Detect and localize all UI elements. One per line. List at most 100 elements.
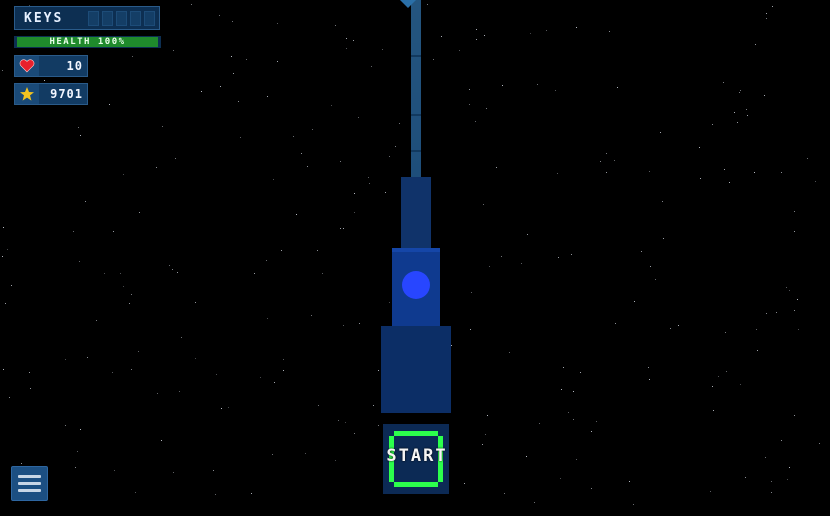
star-dot bbox=[521, 263, 522, 264]
star-dot bbox=[483, 204, 484, 205]
star-dot bbox=[346, 38, 347, 39]
star-dot bbox=[739, 92, 740, 93]
star-dot bbox=[509, 352, 510, 353]
star-dot bbox=[343, 325, 344, 326]
star-dot bbox=[272, 454, 273, 455]
star-dot bbox=[459, 50, 460, 51]
star-dot bbox=[433, 59, 434, 60]
star-dot bbox=[173, 472, 174, 473]
star-dot bbox=[734, 112, 735, 113]
star-dot bbox=[293, 136, 294, 137]
star-dot bbox=[555, 90, 556, 91]
star-dot bbox=[343, 228, 344, 229]
health-label: HEALTH 100% bbox=[49, 37, 126, 47]
star-dot bbox=[794, 310, 795, 311]
star-dot bbox=[96, 320, 97, 321]
star-dot bbox=[233, 73, 234, 74]
key-slot bbox=[116, 10, 127, 26]
star-dot bbox=[389, 156, 390, 157]
star-dot bbox=[181, 337, 182, 338]
star-dot bbox=[787, 479, 788, 480]
star-dot bbox=[634, 301, 635, 302]
start-label[interactable]: START bbox=[372, 446, 462, 466]
star-dot bbox=[11, 285, 12, 286]
star-dot bbox=[765, 457, 766, 458]
star-dot bbox=[648, 367, 649, 368]
star-dot bbox=[322, 273, 323, 274]
star-dot bbox=[44, 80, 45, 81]
star-dot bbox=[755, 44, 756, 45]
star-dot bbox=[591, 431, 592, 432]
star-dot bbox=[109, 104, 110, 105]
star-dot bbox=[649, 379, 650, 380]
star-dot bbox=[633, 504, 634, 505]
star-dot bbox=[464, 483, 465, 484]
star-dot bbox=[277, 61, 278, 62]
star-dot bbox=[378, 370, 379, 371]
ring-corner bbox=[438, 482, 444, 488]
star-dot bbox=[3, 369, 4, 370]
star-dot bbox=[629, 481, 630, 482]
star-dot bbox=[354, 193, 355, 194]
star-dot bbox=[725, 332, 726, 333]
star-dot bbox=[476, 29, 477, 30]
star-dot bbox=[312, 129, 313, 130]
star-dot bbox=[318, 405, 319, 406]
star-dot bbox=[2, 256, 3, 257]
star-dot bbox=[573, 419, 574, 420]
star-dot bbox=[537, 84, 538, 85]
star-dot bbox=[358, 117, 359, 118]
star-dot bbox=[266, 260, 267, 261]
star-dot bbox=[766, 13, 767, 14]
star-dot bbox=[389, 302, 390, 303]
star-dot bbox=[655, 279, 656, 280]
star-dot bbox=[534, 502, 535, 503]
star-dot bbox=[670, 328, 671, 329]
star-dot bbox=[353, 40, 354, 41]
star-dot bbox=[451, 345, 452, 346]
star-dot bbox=[281, 250, 282, 251]
star-dot bbox=[346, 48, 347, 49]
star-dot bbox=[219, 15, 220, 16]
star-dot bbox=[560, 478, 561, 479]
star-dot bbox=[609, 31, 610, 32]
menu-button[interactable] bbox=[11, 466, 48, 501]
star-icon bbox=[15, 84, 39, 104]
star-dot bbox=[786, 287, 787, 288]
star-dot bbox=[573, 391, 574, 392]
star-dot bbox=[482, 444, 483, 445]
star-dot bbox=[476, 39, 477, 40]
star-dot bbox=[557, 173, 558, 174]
tower-spire bbox=[411, 0, 421, 180]
star-dot bbox=[120, 273, 121, 274]
star-dot bbox=[238, 101, 239, 102]
lives-counter: 10 bbox=[14, 55, 88, 77]
star-dot bbox=[221, 408, 222, 409]
star-dot bbox=[819, 443, 820, 444]
star-dot bbox=[781, 172, 782, 173]
star-dot bbox=[606, 172, 607, 173]
keys-label: KEYS bbox=[24, 10, 64, 26]
star-dot bbox=[641, 251, 642, 252]
star-dot bbox=[754, 172, 755, 173]
star-dot bbox=[331, 105, 332, 106]
star-dot bbox=[9, 397, 10, 398]
star-dot bbox=[195, 358, 196, 359]
star-dot bbox=[201, 91, 202, 92]
star-dot bbox=[65, 359, 66, 360]
star-dot bbox=[135, 492, 136, 493]
player-ball bbox=[402, 271, 430, 299]
star-dot bbox=[649, 171, 650, 172]
spire-tip bbox=[400, 0, 416, 8]
star-dot bbox=[87, 357, 88, 358]
star-dot bbox=[85, 201, 86, 202]
star-dot bbox=[283, 370, 284, 371]
star-dot bbox=[713, 410, 714, 411]
star-dot bbox=[138, 351, 139, 352]
key-slot bbox=[102, 10, 113, 26]
star-dot bbox=[504, 493, 505, 494]
tower-block-lower bbox=[381, 326, 451, 413]
star-dot bbox=[723, 82, 724, 83]
star-dot bbox=[139, 212, 140, 213]
key-slot bbox=[130, 10, 141, 26]
